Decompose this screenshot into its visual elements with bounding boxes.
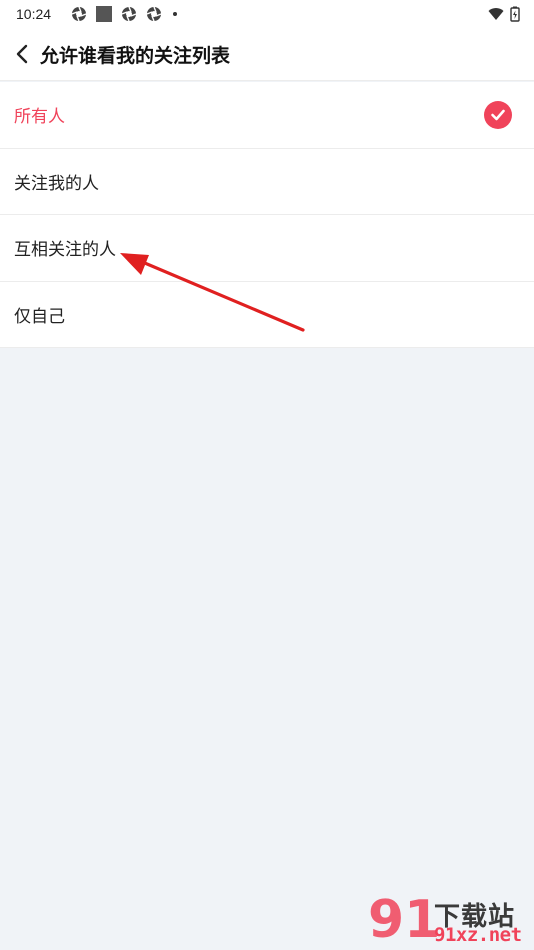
- wifi-icon: [488, 6, 504, 22]
- option-followers[interactable]: 关注我的人: [0, 149, 534, 215]
- status-time: 10:24: [16, 6, 52, 22]
- status-system-icons: [488, 6, 520, 22]
- option-mutual-follows[interactable]: 互相关注的人: [0, 215, 534, 282]
- header: 允许谁看我的关注列表: [0, 28, 534, 81]
- back-button[interactable]: [2, 28, 42, 81]
- watermark-number: 91: [368, 890, 441, 950]
- status-notification-icons: [71, 6, 178, 22]
- chevron-left-icon[interactable]: [15, 44, 29, 64]
- page-title: 允许谁看我的关注列表: [40, 44, 231, 67]
- battery-charging-icon: [510, 6, 520, 22]
- option-only-me[interactable]: 仅自己: [0, 282, 534, 348]
- visibility-options-list: 所有人 关注我的人 互相关注的人 仅自己: [0, 82, 534, 348]
- status-bar: 10:24: [0, 0, 534, 28]
- option-label: 关注我的人: [14, 173, 99, 194]
- option-label: 仅自己: [14, 306, 65, 327]
- aperture-icon: [146, 6, 162, 22]
- dot-icon: [173, 12, 178, 16]
- aperture-icon: [71, 6, 87, 22]
- watermark-logo: 91 下载站 91xz.net: [368, 892, 530, 948]
- option-label: 互相关注的人: [14, 240, 116, 261]
- option-everyone[interactable]: 所有人: [0, 82, 534, 149]
- watermark-url: 91xz.net: [434, 924, 522, 946]
- aperture-icon: [121, 6, 137, 22]
- option-label: 所有人: [14, 107, 65, 128]
- check-icon: [484, 100, 512, 129]
- square-icon: [96, 6, 113, 22]
